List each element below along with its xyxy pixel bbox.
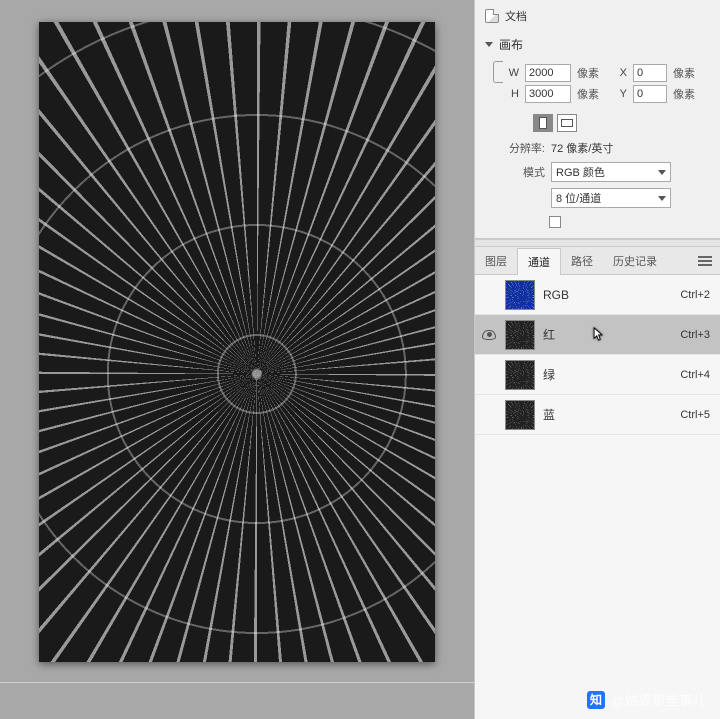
bit-depth-select[interactable]: 8 位/通道: [551, 188, 671, 208]
document-label: 文档: [505, 8, 527, 24]
visibility-toggle[interactable]: [481, 407, 497, 423]
visibility-toggle[interactable]: [481, 367, 497, 383]
channel-row[interactable]: 绿 Ctrl+4: [475, 355, 720, 395]
option-checkbox[interactable]: [549, 216, 561, 228]
resolution-label: 分辨率:: [505, 140, 545, 156]
color-mode-select[interactable]: RGB 颜色: [551, 162, 671, 182]
channel-shortcut: Ctrl+5: [680, 409, 710, 421]
document-icon: [485, 9, 499, 23]
bit-depth-value: 8 位/通道: [556, 190, 601, 206]
panel-tabs: 图层 通道 路径 历史记录: [475, 247, 720, 275]
watermark: 知 @姑婆那些事儿: [587, 690, 706, 709]
tab-paths[interactable]: 路径: [561, 247, 603, 274]
zhihu-logo-icon: 知: [587, 691, 605, 709]
canvas-section-title: 画布: [499, 36, 523, 53]
width-unit: 像素: [577, 65, 599, 81]
watermark-text: @姑婆那些事儿: [611, 690, 706, 709]
canvas-viewport[interactable]: [0, 0, 474, 719]
channel-shortcut: Ctrl+4: [680, 369, 710, 381]
canvas-section-toggle[interactable]: 画布: [485, 30, 710, 61]
mode-label: 模式: [505, 164, 545, 180]
visibility-toggle[interactable]: [481, 287, 497, 303]
channel-name: 蓝: [543, 406, 672, 423]
orientation-portrait-button[interactable]: [533, 114, 553, 132]
channel-thumbnail: [505, 400, 535, 430]
channel-thumbnail: [505, 320, 535, 350]
chevron-down-icon: [485, 42, 493, 47]
channel-shortcut: Ctrl+2: [680, 289, 710, 301]
channel-thumbnail: [505, 360, 535, 390]
tab-layers[interactable]: 图层: [475, 247, 517, 274]
canvas-scrollbar-edge: [0, 682, 474, 683]
panel-menu-icon[interactable]: [698, 256, 712, 266]
channel-name: RGB: [543, 288, 672, 302]
landscape-icon: [561, 119, 573, 127]
channel-row[interactable]: RGB Ctrl+2: [475, 275, 720, 315]
tab-history[interactable]: 历史记录: [603, 247, 667, 274]
color-mode-value: RGB 颜色: [556, 164, 605, 180]
document-canvas[interactable]: [39, 22, 435, 662]
channel-shortcut: Ctrl+3: [680, 329, 710, 341]
x-input[interactable]: [633, 64, 667, 82]
height-label: H: [507, 88, 519, 100]
channel-thumbnail: [505, 280, 535, 310]
portrait-icon: [539, 117, 547, 129]
channel-name: 红: [543, 326, 672, 343]
channels-list: RGB Ctrl+2 红 Ctrl+3 绿 Ctrl+4 蓝 Ctrl+5: [475, 275, 720, 719]
channel-name: 绿: [543, 366, 672, 383]
chevron-down-icon: [658, 170, 666, 175]
height-unit: 像素: [577, 86, 599, 102]
x-label: X: [615, 67, 627, 79]
chevron-down-icon: [658, 196, 666, 201]
eye-icon: [482, 330, 496, 340]
channel-row[interactable]: 红 Ctrl+3: [475, 315, 720, 355]
y-unit: 像素: [673, 86, 695, 102]
properties-sidebar: 文档 画布 W 像素 X 像素 H 像素: [474, 0, 720, 719]
tab-channels[interactable]: 通道: [517, 248, 561, 275]
width-label: W: [507, 67, 519, 79]
height-input[interactable]: [525, 85, 571, 103]
y-input[interactable]: [633, 85, 667, 103]
visibility-toggle[interactable]: [481, 327, 497, 343]
resolution-value: 72 像素/英寸: [551, 140, 613, 156]
panel-divider: [475, 239, 720, 247]
channel-row[interactable]: 蓝 Ctrl+5: [475, 395, 720, 435]
document-header[interactable]: 文档: [485, 6, 710, 30]
orientation-landscape-button[interactable]: [557, 114, 577, 132]
x-unit: 像素: [673, 65, 695, 81]
orientation-group: [533, 114, 710, 132]
properties-panel: 文档 画布 W 像素 X 像素 H 像素: [475, 0, 720, 239]
width-input[interactable]: [525, 64, 571, 82]
y-label: Y: [615, 88, 627, 100]
